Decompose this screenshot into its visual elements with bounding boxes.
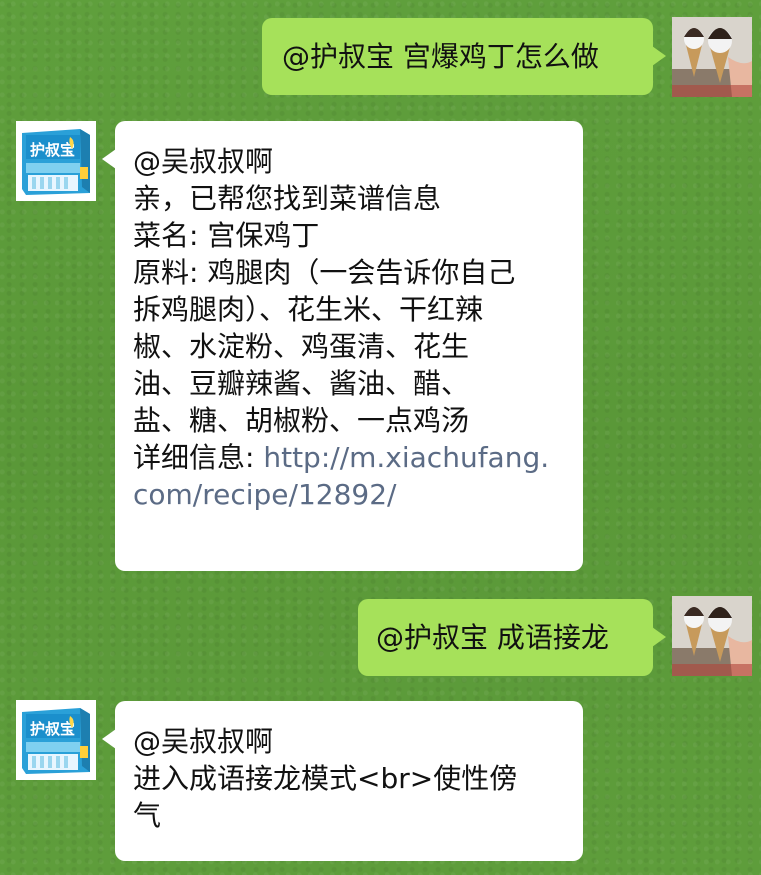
message-bubble-incoming[interactable]: @吴叔叔啊 亲，已帮您找到菜谱信息 菜名: 宫保鸡丁 原料: 鸡腿肉（一会告诉你… (102, 121, 583, 571)
message-line-detail: 详细信息: http://m.xiachufang. (133, 439, 583, 476)
bot-avatar[interactable]: 护叔宝 (16, 121, 96, 201)
product-box-avatar-icon: 护叔宝 (16, 121, 96, 201)
message-line: 气 (133, 799, 162, 832)
svg-text:护叔宝: 护叔宝 (30, 720, 75, 738)
message-text: @护叔宝 宫爆鸡丁怎么做 (282, 40, 599, 73)
message-bubble-incoming[interactable]: @吴叔叔啊 进入成语接龙模式<br>使性傍 气 (102, 701, 583, 861)
message-line: 拆鸡腿肉）、花生米、干红辣 (133, 293, 484, 326)
product-box-avatar-icon: 护叔宝 (16, 700, 96, 780)
recipe-link-continued[interactable]: com/recipe/12892/ (133, 476, 583, 513)
message-line: 进入成语接龙模式<br>使性傍 (133, 762, 518, 795)
detail-label: 详细信息: (133, 441, 264, 474)
ice-cream-avatar-icon (672, 17, 752, 97)
message-line: 亲，已帮您找到菜谱信息 (133, 182, 442, 215)
message-line: 椒、水淀粉、鸡蛋清、花生 (133, 330, 470, 363)
message-line: 菜名: 宫保鸡丁 (133, 219, 320, 252)
message-bubble-outgoing[interactable]: @护叔宝 成语接龙 (358, 599, 666, 676)
message-line: @吴叔叔啊 (133, 145, 274, 178)
user-avatar[interactable] (672, 596, 752, 676)
bot-avatar[interactable]: 护叔宝 (16, 700, 96, 780)
message-line: 原料: 鸡腿肉（一会告诉你自己 (133, 256, 516, 289)
svg-text:护叔宝: 护叔宝 (30, 141, 75, 159)
recipe-link[interactable]: http://m.xiachufang. (263, 441, 549, 474)
message-text: @护叔宝 成语接龙 (376, 621, 609, 654)
message-bubble-outgoing[interactable]: @护叔宝 宫爆鸡丁怎么做 (262, 18, 666, 95)
user-avatar[interactable] (672, 17, 752, 97)
message-line: 盐、糖、胡椒粉、一点鸡汤 (133, 404, 470, 437)
ice-cream-avatar-icon (672, 596, 752, 676)
message-line: @吴叔叔啊 (133, 725, 274, 758)
message-line: 油、豆瓣辣酱、酱油、醋、 (133, 367, 470, 400)
